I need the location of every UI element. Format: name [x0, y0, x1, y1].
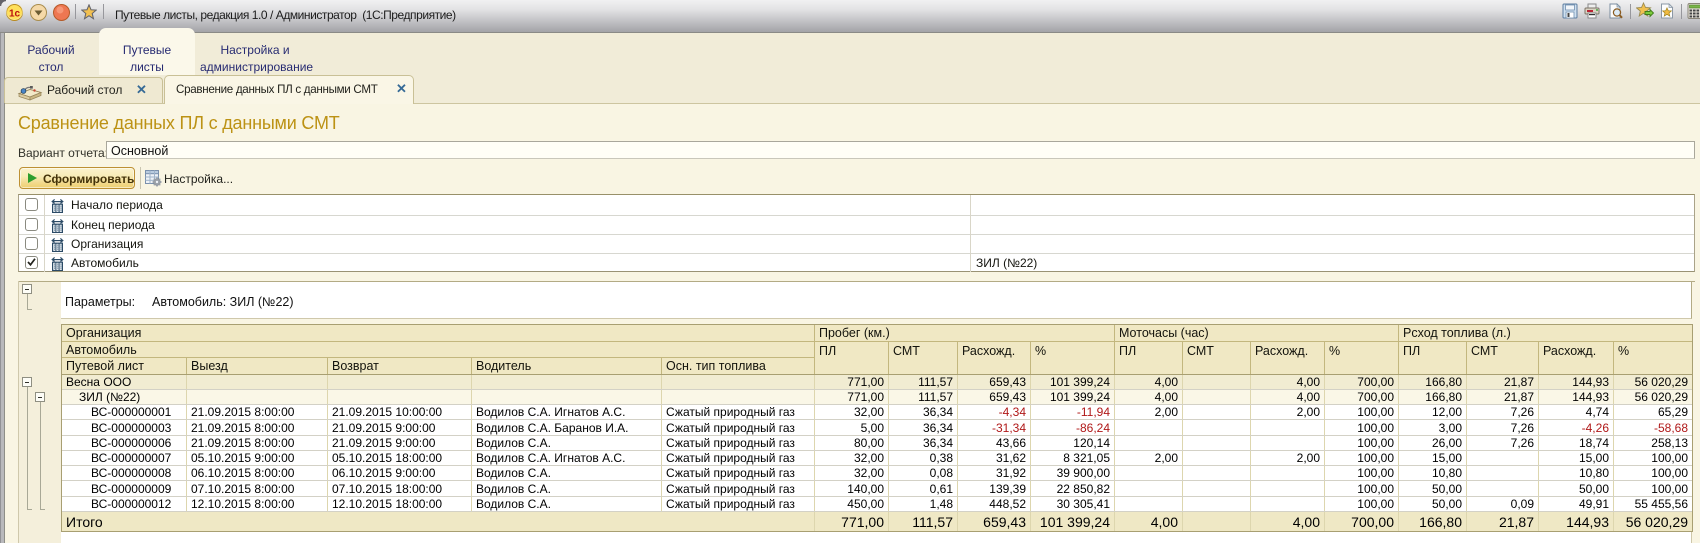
svg-text:1с: 1с: [9, 9, 21, 20]
